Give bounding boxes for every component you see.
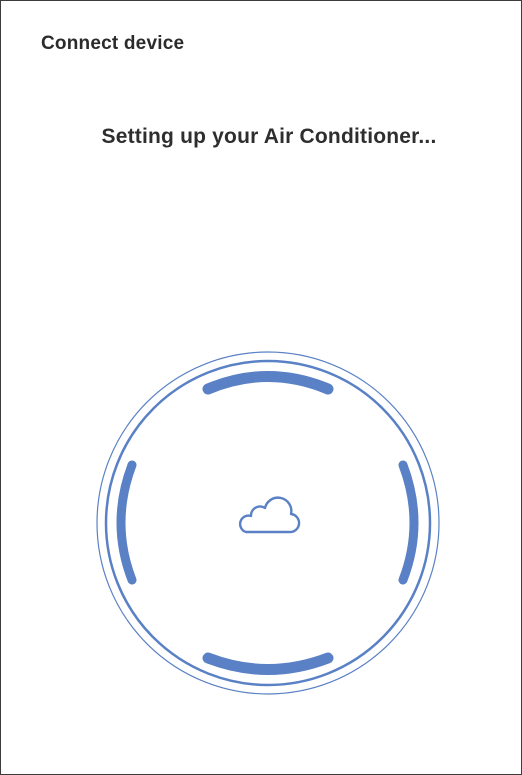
app-screen: Connect device Setting up your Air Condi… — [0, 0, 522, 775]
page-title: Connect device — [41, 33, 185, 54]
spinner-graphic — [96, 351, 440, 695]
arc-segment-top — [202, 371, 334, 395]
arc-segment-bottom — [202, 652, 334, 675]
cloud-icon — [238, 496, 301, 534]
setup-progress-spinner — [93, 348, 443, 698]
arc-segment-right — [398, 460, 419, 585]
arc-segment-left — [116, 460, 137, 585]
inner-ring — [104, 359, 432, 687]
setup-status-text: Setting up your Air Conditioner... — [101, 125, 437, 148]
outer-ring — [96, 351, 440, 695]
